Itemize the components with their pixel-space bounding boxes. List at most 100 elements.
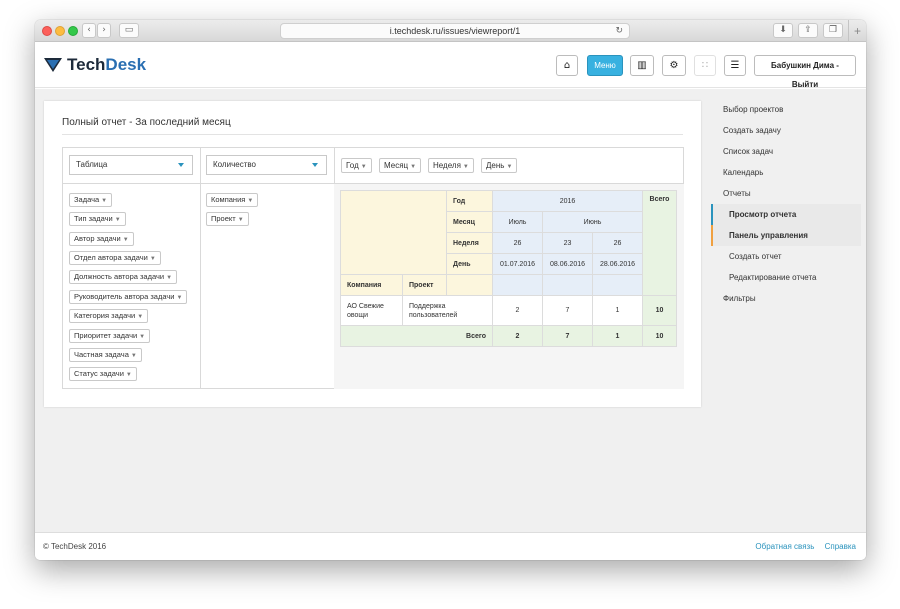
header-company: Компания	[340, 274, 403, 296]
share-icon[interactable]: ⇪	[798, 23, 818, 38]
url-text: i.techdesk.ru/issues/viewreport/1	[389, 26, 521, 36]
home-icon[interactable]: ⌂	[556, 55, 578, 76]
address-bar[interactable]: i.techdesk.ru/issues/viewreport/1 ↻	[280, 23, 630, 39]
row-total: 10	[642, 295, 677, 326]
header-month-value: Июль	[492, 211, 543, 233]
column-field-chip[interactable]: Проект ▼	[206, 212, 249, 226]
forward-icon[interactable]: ›	[97, 23, 111, 38]
caret-down-icon: ▼	[101, 198, 108, 204]
table-row: АО Свежие овощи Поддержка пользователей …	[340, 295, 677, 326]
row-project: Поддержка пользователей	[402, 295, 493, 326]
row-field-chip[interactable]: Категория задачи ▼	[69, 309, 149, 323]
header-week-value: 23	[542, 232, 593, 254]
column-field-label: Проект	[211, 214, 236, 223]
caret-down-icon: ▼	[166, 275, 173, 281]
row-field-chip[interactable]: Руководитель автора задачи ▼	[69, 290, 188, 304]
sidebar-item-select-projects[interactable]: Выбор проектов	[711, 99, 861, 120]
row-company: АО Свежие овощи	[340, 295, 403, 326]
close-window-button[interactable]	[42, 26, 52, 36]
time-filter-week[interactable]: Неделя ▼	[428, 158, 474, 173]
caret-down-icon: ▼	[125, 372, 132, 378]
row-field-chip[interactable]: Приоритет задачи ▼	[69, 329, 151, 343]
row-field-chip[interactable]: Тип задачи ▼	[69, 212, 126, 226]
row-field-chip[interactable]: Отдел автора задачи ▼	[69, 251, 161, 265]
row-field-label: Задача	[74, 195, 100, 204]
row-field-label: Руководитель автора задачи	[74, 292, 175, 301]
report-builder: Таблица Количество Год ▼ Месяц ▼ Неделя ▼ Д…	[62, 147, 684, 389]
totals-value: 7	[542, 325, 593, 347]
tabs-icon[interactable]: ❐	[823, 23, 843, 38]
sidebar-item-view-report[interactable]: Просмотр отчета	[711, 204, 861, 225]
header-empty-cell	[492, 274, 543, 296]
page-title: Полный отчет - За последний месяц	[62, 117, 231, 128]
row-field-label: Отдел автора задачи	[74, 253, 148, 262]
grand-total: 10	[642, 325, 677, 347]
logo-mark-icon	[44, 58, 62, 72]
stats-icon[interactable]: ▥	[630, 55, 654, 76]
report-panel: Полный отчет - За последний месяц Таблиц…	[44, 101, 701, 407]
caret-down-icon: ▼	[176, 295, 183, 301]
sidebar-nav: Выбор проектов Создать задачу Список зад…	[711, 99, 861, 309]
caret-down-icon: ▼	[149, 256, 156, 262]
caret-down-icon: ▼	[506, 164, 513, 170]
header-empty-cell	[542, 274, 593, 296]
title-divider	[62, 134, 683, 135]
row-field-chip[interactable]: Задача ▼	[69, 193, 113, 207]
measure-value: Количество	[213, 160, 256, 169]
browser-window: ‹ › ▭ i.techdesk.ru/issues/viewreport/1 …	[35, 20, 866, 560]
row-field-chip[interactable]: Статус задачи ▼	[69, 367, 137, 381]
row-field-label: Приоритет задачи	[74, 331, 138, 340]
header-week-value: 26	[492, 232, 543, 254]
chevron-down-icon	[178, 163, 184, 167]
sidebar-item-calendar[interactable]: Календарь	[711, 162, 861, 183]
measure-select[interactable]: Количество	[206, 155, 327, 175]
caret-down-icon: ▼	[360, 164, 367, 170]
minimize-window-button[interactable]	[55, 26, 65, 36]
caret-down-icon: ▼	[122, 237, 129, 243]
header-empty-cell	[446, 274, 493, 296]
time-filter-year[interactable]: Год ▼	[341, 158, 372, 173]
view-type-select[interactable]: Таблица	[69, 155, 193, 175]
column-field-chip[interactable]: Компания ▼	[206, 193, 259, 207]
totals-label: Всего	[340, 325, 493, 347]
totals-value: 2	[492, 325, 543, 347]
row-field-chip[interactable]: Должность автора задачи ▼	[69, 270, 178, 284]
sidebar-toggle-icon[interactable]: ▭	[119, 23, 139, 38]
time-filter-day[interactable]: День ▼	[481, 158, 518, 173]
download-icon[interactable]: ⬇	[773, 23, 793, 38]
back-icon[interactable]: ‹	[82, 23, 96, 38]
help-link[interactable]: Справка	[825, 542, 856, 551]
totals-row: Всего 2 7 1 10	[340, 325, 677, 347]
sidebar-item-edit-report[interactable]: Редактирование отчета	[711, 267, 861, 288]
techdesk-logo[interactable]: Tech Desk	[43, 55, 146, 75]
caret-down-icon: ▼	[114, 217, 121, 223]
chevron-down-icon	[312, 163, 318, 167]
feedback-link[interactable]: Обратная связь	[755, 542, 814, 551]
app-header: Tech Desk ⌂ Меню ▥ ⚙ ∷ ☰ Бабушкин Дима - …	[35, 42, 866, 89]
row-field-chip[interactable]: Автор задачи ▼	[69, 232, 134, 246]
header-month-value: Июнь	[542, 211, 643, 233]
user-logout-button[interactable]: Бабушкин Дима - Выйти	[754, 55, 856, 89]
header-week-label: Неделя	[446, 232, 493, 254]
sidebar-item-create-report[interactable]: Создать отчет	[711, 246, 861, 267]
hamburger-icon[interactable]: ☰	[724, 55, 746, 76]
row-field-chip[interactable]: Частная задача ▼	[69, 348, 142, 362]
sidebar-item-reports[interactable]: Отчеты	[711, 183, 861, 204]
time-filter-label: День	[486, 161, 505, 170]
grid-icon[interactable]: ∷	[694, 55, 716, 76]
sidebar-item-create-task[interactable]: Создать задачу	[711, 120, 861, 141]
new-tab-button[interactable]: +	[848, 20, 866, 42]
maximize-window-button[interactable]	[68, 26, 78, 36]
sidebar-item-dashboard[interactable]: Панель управления	[711, 225, 861, 246]
gear-icon[interactable]: ⚙	[662, 55, 686, 76]
header-month-label: Месяц	[446, 211, 493, 233]
sidebar-item-filters[interactable]: Фильтры	[711, 288, 861, 309]
menu-button[interactable]: Меню	[587, 55, 623, 76]
time-filter-month[interactable]: Месяц ▼	[379, 158, 422, 173]
row-value: 1	[592, 295, 643, 326]
row-value: 2	[492, 295, 543, 326]
sidebar-item-task-list[interactable]: Список задач	[711, 141, 861, 162]
caret-down-icon: ▼	[462, 164, 469, 170]
reload-icon[interactable]: ↻	[615, 24, 623, 38]
header-day-value: 08.06.2016	[542, 253, 593, 275]
